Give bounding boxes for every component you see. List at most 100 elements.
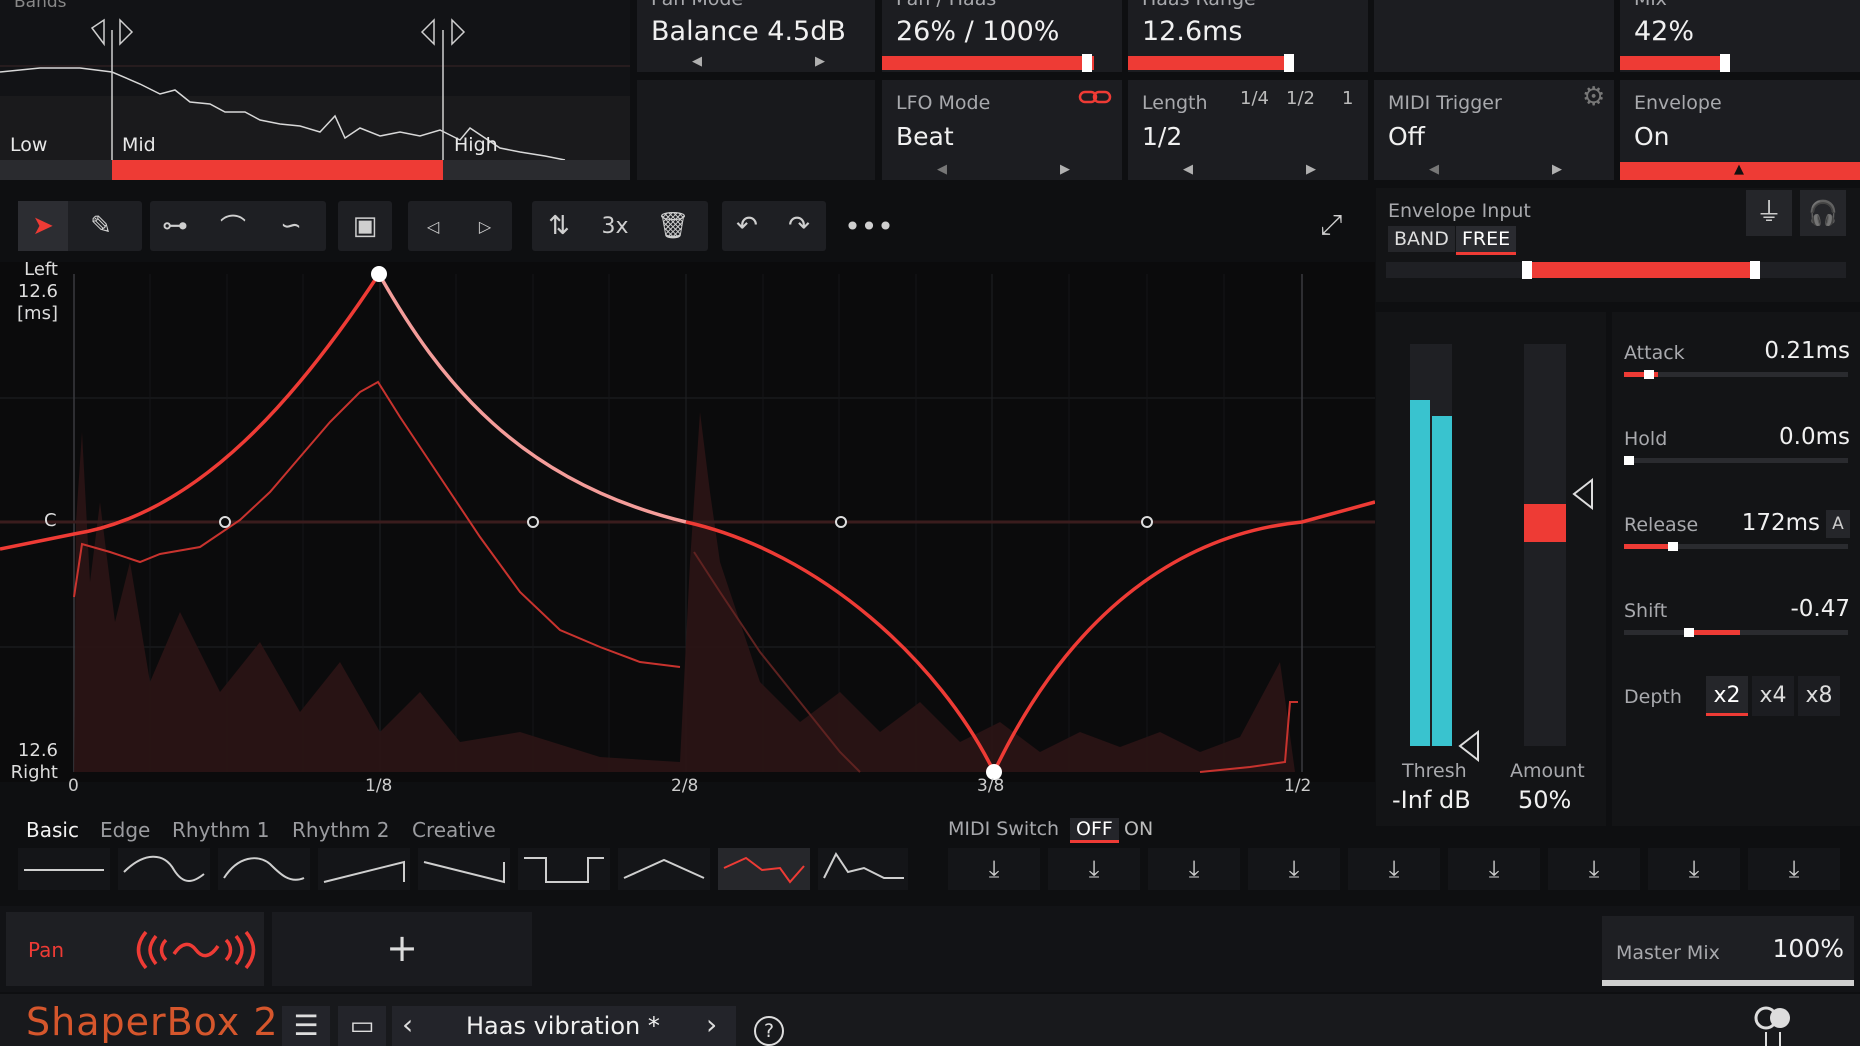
envelope-control[interactable]: Envelope On ▲ xyxy=(1620,80,1860,180)
more-icon[interactable]: ••• xyxy=(844,201,894,251)
amount-meter[interactable] xyxy=(1524,344,1566,746)
nudge-left-icon[interactable]: ◁ xyxy=(408,201,458,251)
shift-value: -0.47 xyxy=(1790,596,1850,622)
thresh-value: -Inf dB xyxy=(1392,786,1471,814)
prev-arrow-icon[interactable]: ◀ xyxy=(1183,162,1193,177)
download-icon[interactable]: ⤓ xyxy=(948,848,1040,890)
pointer-icon[interactable]: ➤ xyxy=(18,201,68,251)
release-slider[interactable] xyxy=(1624,544,1848,549)
prev-arrow-icon[interactable]: ◀ xyxy=(937,162,947,177)
envelope-input-band[interactable]: BAND xyxy=(1388,226,1455,252)
master-mix-slider[interactable] xyxy=(1602,980,1854,986)
plugin-toggle-icon[interactable] xyxy=(1746,1002,1800,1046)
flip-icon[interactable]: ⇅ xyxy=(534,201,584,251)
line-icon[interactable]: ⊶ xyxy=(150,201,200,251)
haas-range-value: 12.6ms xyxy=(1142,16,1243,47)
preset-shape-icons[interactable] xyxy=(18,848,908,890)
haas-range-bar[interactable] xyxy=(1128,56,1288,70)
redo-icon[interactable]: ↷ xyxy=(774,201,824,251)
next-arrow-icon[interactable]: ▶ xyxy=(1552,162,1562,177)
length-control[interactable]: Length 1/4 1/2 1 1/2 ◀ ▶ xyxy=(1128,80,1368,180)
thresh-meter[interactable] xyxy=(1410,344,1452,746)
s-curve-icon[interactable]: ∽ xyxy=(266,201,316,251)
master-mix-control[interactable]: Master Mix 100% xyxy=(1602,916,1854,986)
depth-x2[interactable]: x2 xyxy=(1706,676,1748,716)
download-icon[interactable]: ⤓ xyxy=(1748,848,1840,890)
shift-slider[interactable] xyxy=(1624,630,1848,635)
band-label-mid[interactable]: Mid xyxy=(122,134,156,156)
sidechain-icon[interactable]: ⏚ xyxy=(1746,190,1792,236)
multiplier-button[interactable]: 3x xyxy=(590,201,640,251)
pan-mode-control[interactable]: Pan Mode Balance 4.5dB ◀ ▶ xyxy=(637,0,875,72)
hold-slider[interactable] xyxy=(1624,458,1848,463)
pan-haas-control[interactable]: Pan / Haas 26% / 100% xyxy=(882,0,1122,72)
module-pan[interactable]: Pan xyxy=(6,912,264,986)
midi-switch-off[interactable]: OFF xyxy=(1070,818,1119,843)
length-option-half[interactable]: 1/2 xyxy=(1286,88,1315,109)
amount-handle-icon[interactable] xyxy=(1570,478,1594,510)
tool-group-history: ↶ ↷ xyxy=(722,201,826,251)
add-module-button[interactable]: + xyxy=(272,912,532,986)
next-preset-icon[interactable]: › xyxy=(706,1008,717,1041)
select-all-icon[interactable]: ▣ xyxy=(340,201,390,251)
link-icon[interactable] xyxy=(1078,86,1114,110)
band-label-low[interactable]: Low xyxy=(10,134,47,156)
download-icon[interactable]: ⤓ xyxy=(1648,848,1740,890)
attack-slider[interactable] xyxy=(1624,372,1848,377)
download-icon[interactable]: ⤓ xyxy=(1448,848,1540,890)
lfo-mode-control[interactable]: LFO Mode Beat ◀ ▶ xyxy=(882,80,1122,180)
length-option-quarter[interactable]: 1/4 xyxy=(1240,88,1269,109)
tab-edge[interactable]: Edge xyxy=(100,818,150,842)
tab-creative[interactable]: Creative xyxy=(412,818,496,842)
folder-icon[interactable]: ▭ xyxy=(338,1006,386,1046)
tab-rhythm-2[interactable]: Rhythm 2 xyxy=(292,818,390,842)
download-icon[interactable]: ⤓ xyxy=(1148,848,1240,890)
pencil-icon[interactable]: ✎ xyxy=(76,201,126,251)
shape-editor[interactable]: Left 12.6 [ms] C 12.6 Right 0 1/8 2/8 3/… xyxy=(0,259,1375,796)
curve-icon[interactable]: ⌒ xyxy=(208,201,258,251)
length-option-one[interactable]: 1 xyxy=(1342,88,1353,109)
band-label-high[interactable]: High xyxy=(454,134,498,156)
nudge-right-icon[interactable]: ▷ xyxy=(460,201,510,251)
envelope-input-panel: Envelope Input BAND FREE ⏚ 🎧 xyxy=(1376,188,1860,302)
download-icon[interactable]: ⤓ xyxy=(1248,848,1340,890)
tool-group-edit: ⇅ 3x 🗑 xyxy=(532,201,708,251)
midi-switch-on[interactable]: ON xyxy=(1124,818,1153,840)
release-auto-button[interactable]: A xyxy=(1826,510,1850,538)
delete-icon[interactable]: 🗑 xyxy=(648,201,698,251)
gear-icon[interactable]: ⚙ xyxy=(1582,82,1605,112)
tab-rhythm-1[interactable]: Rhythm 1 xyxy=(172,818,270,842)
brand-logo[interactable]: ShaperBox 2 xyxy=(26,1000,279,1044)
headphones-icon[interactable]: 🎧 xyxy=(1800,190,1846,236)
next-arrow-icon[interactable]: ▶ xyxy=(1060,162,1070,177)
midi-trigger-control[interactable]: MIDI Trigger ⚙ Off ◀ ▶ xyxy=(1374,80,1614,180)
haas-range-control[interactable]: Haas Range 12.6ms xyxy=(1128,0,1368,72)
depth-x4[interactable]: x4 xyxy=(1752,676,1794,716)
menu-icon[interactable]: ☰ xyxy=(282,1006,330,1046)
thresh-handle-icon[interactable] xyxy=(1456,730,1480,762)
meter-panel: Thresh -Inf dB Amount 50% xyxy=(1376,312,1606,826)
x-tick-3-8: 3/8 xyxy=(977,776,1005,796)
prev-arrow-icon[interactable]: ◀ xyxy=(1429,162,1439,177)
tab-basic[interactable]: Basic xyxy=(26,818,79,842)
expand-icon[interactable]: ⤢ xyxy=(1320,208,1342,242)
depth-x8[interactable]: x8 xyxy=(1798,676,1840,716)
prev-preset-icon[interactable]: ‹ xyxy=(402,1008,413,1041)
preset-browser[interactable]: ‹ Haas vibration * › xyxy=(392,1006,736,1046)
mix-bar[interactable] xyxy=(1620,56,1722,70)
envelope-input-free[interactable]: FREE xyxy=(1456,226,1517,255)
download-icon[interactable]: ⤓ xyxy=(1048,848,1140,890)
download-icon[interactable]: ⤓ xyxy=(1548,848,1640,890)
next-arrow-icon[interactable]: ▶ xyxy=(815,54,825,69)
shape-graph[interactable] xyxy=(0,262,1375,782)
envelope-input-range[interactable] xyxy=(1386,261,1846,279)
prev-arrow-icon[interactable]: ◀ xyxy=(692,54,702,69)
tool-group-more: ••• xyxy=(844,201,900,251)
undo-icon[interactable]: ↶ xyxy=(722,201,772,251)
help-icon[interactable]: ? xyxy=(754,1016,784,1046)
y-axis-bottom-label: 12.6 Right xyxy=(6,740,58,784)
pan-haas-bar[interactable] xyxy=(882,56,1094,70)
next-arrow-icon[interactable]: ▶ xyxy=(1306,162,1316,177)
mix-control[interactable]: Mix 42% xyxy=(1620,0,1860,72)
download-icon[interactable]: ⤓ xyxy=(1348,848,1440,890)
